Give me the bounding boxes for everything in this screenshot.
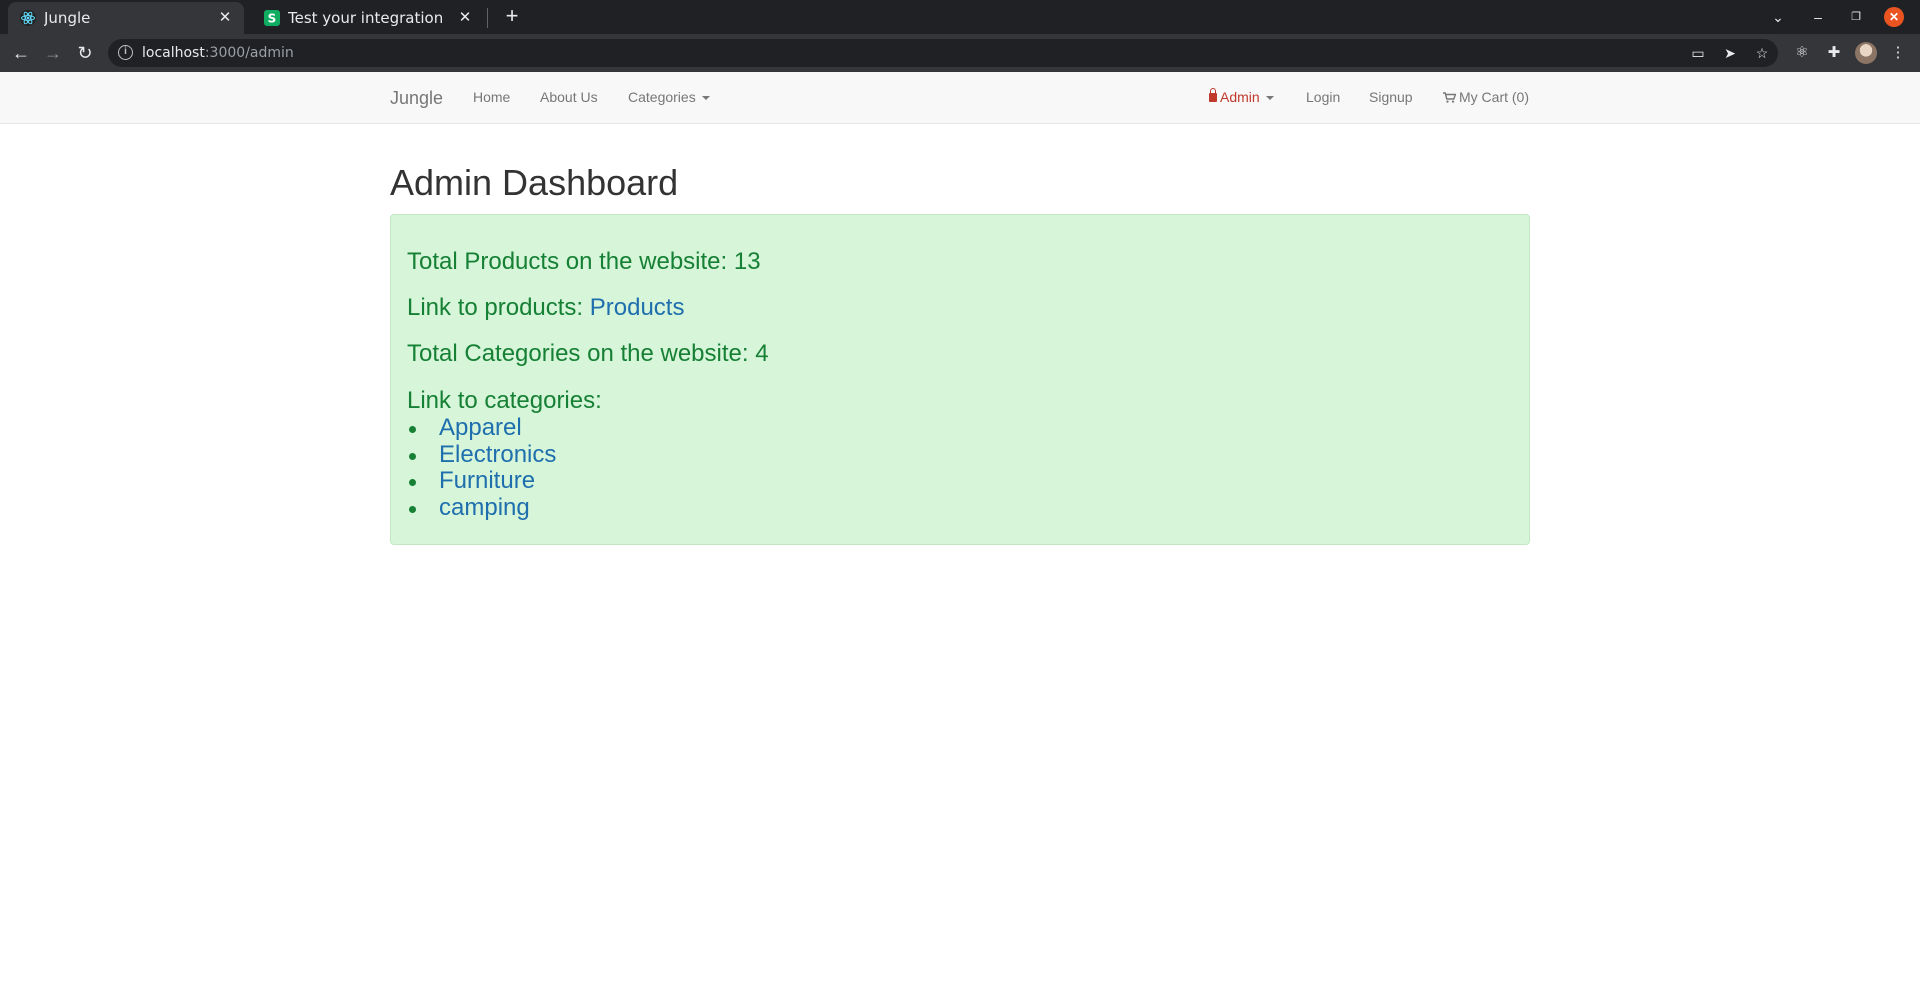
profile-avatar[interactable] <box>1855 42 1877 64</box>
address-bar[interactable]: i localhost:3000/admin ▭ ➤ ☆ <box>108 39 1778 67</box>
nav-categories-dropdown[interactable]: Categories <box>628 89 710 105</box>
tab-search-chevron-icon[interactable]: ⌄ <box>1768 6 1788 28</box>
products-link[interactable]: Products <box>590 294 685 321</box>
page-title: Admin Dashboard <box>390 162 679 203</box>
nav-admin-dropdown[interactable]: Admin <box>1209 88 1274 105</box>
products-link-row: Link to products: Products <box>407 294 684 322</box>
url-text[interactable]: localhost:3000/admin <box>142 45 294 61</box>
total-categories-text: Total Categories on the website: 4 <box>407 340 769 367</box>
nav-about-link[interactable]: About Us <box>540 89 598 105</box>
close-tab-icon[interactable]: ✕ <box>216 8 234 26</box>
list-item: camping <box>407 494 556 522</box>
new-tab-icon[interactable]: + <box>500 5 524 29</box>
categories-link-label: Link to categories: <box>407 387 602 414</box>
nav-home-link[interactable]: Home <box>473 89 510 105</box>
list-item: Apparel <box>407 415 556 442</box>
category-link-camping[interactable]: camping <box>439 494 530 521</box>
browser-tab-stripe[interactable]: S Test your integration | Stripe ✕ <box>252 2 484 34</box>
cart-icon <box>1443 92 1456 103</box>
list-item: Furniture <box>407 468 556 495</box>
send-icon[interactable]: ➤ <box>1721 44 1739 62</box>
restore-icon[interactable]: ❐ <box>1846 6 1866 28</box>
site-info-icon[interactable]: i <box>118 45 133 60</box>
brand-link[interactable]: Jungle <box>390 88 443 109</box>
close-tab-icon[interactable]: ✕ <box>456 8 474 26</box>
minimize-icon[interactable]: – <box>1808 6 1828 28</box>
caret-down-icon <box>701 96 710 101</box>
tab-title: Jungle <box>44 9 91 27</box>
window-close-icon[interactable]: ✕ <box>1884 7 1904 27</box>
tab-separator <box>487 8 488 28</box>
nav-cart-label: My Cart (0) <box>1459 89 1529 105</box>
back-icon[interactable]: ← <box>10 42 32 64</box>
dashboard-alert-panel: Total Products on the website: 13 Link t… <box>390 214 1530 545</box>
bookmark-star-icon[interactable]: ☆ <box>1753 44 1771 62</box>
category-link-apparel[interactable]: Apparel <box>439 414 522 441</box>
extensions-puzzle-icon[interactable]: ✚ <box>1824 43 1844 63</box>
category-link-furniture[interactable]: Furniture <box>439 467 535 494</box>
svg-text:S: S <box>268 12 277 26</box>
lock-icon <box>1209 88 1217 102</box>
url-path: :3000/admin <box>204 45 294 61</box>
nav-admin-label: Admin <box>1220 89 1260 105</box>
total-products-text: Total Products on the website: 13 <box>407 248 761 275</box>
forward-icon[interactable]: → <box>42 42 64 64</box>
stripe-icon: S <box>264 10 280 26</box>
card-icon[interactable]: ▭ <box>1689 44 1707 62</box>
category-link-electronics[interactable]: Electronics <box>439 441 556 468</box>
kebab-menu-icon[interactable]: ⋮ <box>1888 43 1908 63</box>
nav-categories-label: Categories <box>628 89 696 105</box>
caret-down-icon <box>1265 96 1274 101</box>
nav-login-link[interactable]: Login <box>1306 89 1340 105</box>
browser-toolbar: ← → ↻ i localhost:3000/admin ▭ ➤ ☆ ⚛ ✚ ⋮ <box>0 34 1920 72</box>
react-devtools-icon[interactable]: ⚛ <box>1792 43 1812 63</box>
products-link-label: Link to products: <box>407 294 590 321</box>
categories-list: Apparel Electronics Furniture camping <box>407 415 556 521</box>
nav-signup-link[interactable]: Signup <box>1369 89 1413 105</box>
browser-tab-jungle[interactable]: Jungle ✕ <box>8 2 244 34</box>
list-item: Electronics <box>407 441 556 469</box>
url-host: localhost <box>142 45 205 61</box>
app-navbar: Jungle Home About Us Categories Admin Lo… <box>0 72 1920 124</box>
browser-tab-strip: Jungle ✕ S Test your integration | Strip… <box>0 0 1920 34</box>
tab-title: Test your integration | Stripe <box>288 9 448 27</box>
nav-cart-link[interactable]: My Cart (0) <box>1443 89 1529 105</box>
react-icon <box>20 10 36 26</box>
reload-icon[interactable]: ↻ <box>74 42 96 64</box>
